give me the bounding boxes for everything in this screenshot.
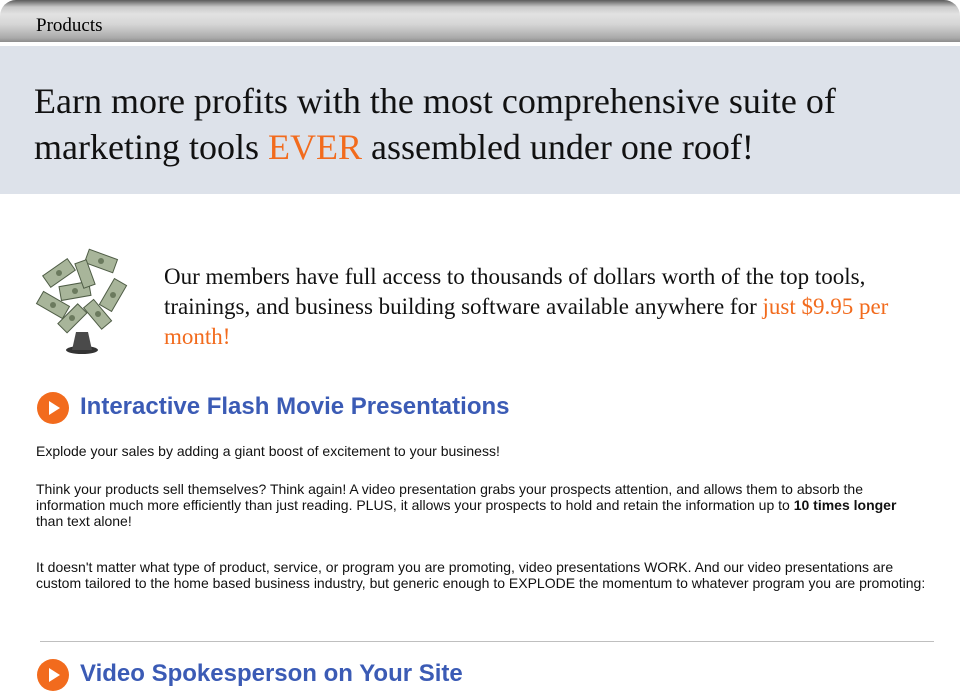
section-title-flash[interactable]: Interactive Flash Movie Presentations	[80, 391, 509, 423]
section-header-spokesperson: Video Spokesperson on Your Site	[36, 658, 556, 691]
orange-play-icon	[37, 392, 69, 424]
section-flash-p3: It doesn't matter what type of product, …	[36, 559, 926, 591]
orange-play-icon	[37, 659, 69, 691]
section-header-flash: Interactive Flash Movie Presentations	[36, 391, 596, 427]
intro-paragraph: Our members have full access to thousand…	[164, 262, 934, 352]
section-divider	[40, 641, 934, 642]
money-bills-icon	[35, 248, 128, 354]
tab-label: Products	[36, 15, 103, 36]
hero-headline-accent: EVER	[267, 127, 362, 167]
hero-headline-text-end: assembled under one roof!	[361, 127, 754, 167]
p2-bold: 10 times longer	[793, 497, 897, 513]
section-flash-p1: Explode your sales by adding a giant boo…	[36, 443, 500, 459]
p2-text-end: than text alone!	[36, 513, 132, 529]
p2-text: Think your products sell themselves? Thi…	[36, 481, 863, 513]
tab-products[interactable]: Products	[0, 0, 960, 42]
products-page: Products Earn more profits with the most…	[0, 0, 960, 691]
tab-bar: Products	[0, 0, 960, 46]
intro-text: Our members have full access to thousand…	[164, 264, 866, 319]
hero-banner: Earn more profits with the most comprehe…	[0, 46, 960, 194]
section-title-spokesperson[interactable]: Video Spokesperson on Your Site	[80, 658, 463, 690]
section-flash-p2: Think your products sell themselves? Thi…	[36, 481, 926, 529]
hero-headline: Earn more profits with the most comprehe…	[34, 78, 934, 170]
